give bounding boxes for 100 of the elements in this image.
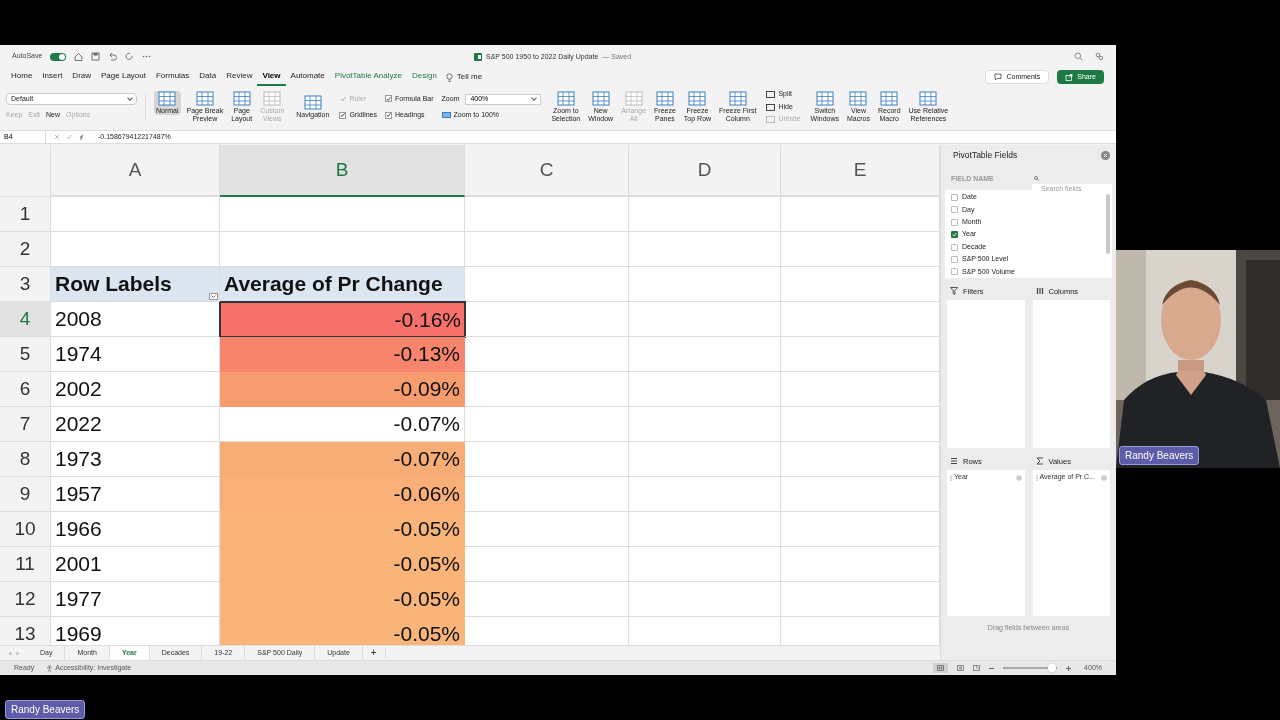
table-cell[interactable] <box>629 442 781 477</box>
ribbon-tab[interactable]: Design <box>406 68 442 86</box>
grid-icon <box>688 91 707 106</box>
table-cell[interactable] <box>220 197 465 232</box>
table-cell[interactable] <box>465 337 629 372</box>
ribbon-tab[interactable]: Page Layout <box>96 68 151 86</box>
page-layout-view-button[interactable] <box>957 665 965 671</box>
row-header[interactable]: 10 <box>0 512 51 547</box>
redo-icon <box>125 52 135 61</box>
column-header[interactable]: D <box>629 145 781 197</box>
grid-icon <box>195 91 214 106</box>
next-icon <box>16 650 20 656</box>
ribbon-tab[interactable]: Review <box>221 68 258 86</box>
table-cell[interactable] <box>465 372 629 407</box>
ribbon-tab[interactable]: Draw <box>67 68 97 86</box>
table-cell[interactable] <box>465 582 629 617</box>
table-cell: -0.09% <box>220 372 465 407</box>
column-header[interactable]: C <box>465 145 629 197</box>
grid-icon <box>263 91 282 106</box>
table-cell[interactable] <box>629 407 781 442</box>
share-icon <box>1065 73 1074 81</box>
table-cell[interactable] <box>465 302 629 337</box>
row-header[interactable]: 6 <box>0 372 51 407</box>
table-cell[interactable] <box>629 267 781 302</box>
table-cell: -0.06% <box>220 477 465 512</box>
checkmark-icon <box>339 95 346 102</box>
table-cell[interactable]: -0.16% <box>220 302 465 337</box>
grid-icon <box>556 91 575 106</box>
ribbon-tab[interactable]: Insert <box>37 68 68 86</box>
row-header[interactable]: 7 <box>0 407 51 442</box>
row-header[interactable]: 4 <box>0 302 51 337</box>
grid-icon <box>624 91 643 106</box>
table-cell[interactable] <box>465 197 629 232</box>
columns-icon <box>1035 287 1044 296</box>
name-tag: Randy Beavers <box>5 700 86 719</box>
grid-icon <box>232 91 251 106</box>
table-cell[interactable] <box>629 582 781 617</box>
enter-icon <box>66 134 72 140</box>
grid-icon <box>655 91 674 106</box>
ribbon-tab[interactable]: Home <box>6 68 38 86</box>
table-cell[interactable] <box>465 547 629 582</box>
grid-icon <box>728 91 747 106</box>
row-header[interactable]: 1 <box>0 197 51 232</box>
table-cell[interactable] <box>629 337 781 372</box>
pane-title: PivotTable Fields <box>953 149 1018 162</box>
table-cell[interactable] <box>465 407 629 442</box>
table-cell[interactable] <box>465 512 629 547</box>
autosave-toggle[interactable] <box>50 52 67 61</box>
ribbon-tab[interactable]: View <box>257 68 286 86</box>
tell-me-search[interactable]: Tell me <box>456 71 483 83</box>
row-header[interactable]: 9 <box>0 477 51 512</box>
sigma-icon <box>1035 457 1044 466</box>
table-cell[interactable] <box>465 232 629 267</box>
column-header[interactable]: A <box>51 145 220 197</box>
table-cell[interactable] <box>629 302 781 337</box>
row-header[interactable]: 13 <box>0 617 51 645</box>
ribbon-tab[interactable]: Data <box>194 68 222 86</box>
table-cell[interactable] <box>465 442 629 477</box>
people-icon <box>1095 52 1104 61</box>
previous-icon <box>8 650 12 656</box>
row-header[interactable]: 8 <box>0 442 51 477</box>
function-icon <box>78 133 86 141</box>
select-all-corner[interactable] <box>0 145 51 197</box>
table-cell[interactable] <box>629 232 781 267</box>
table-cell[interactable] <box>465 477 629 512</box>
ribbon-tab[interactable]: Automate <box>285 68 330 86</box>
add-sheet-button[interactable]: + <box>362 648 386 658</box>
scrollbar[interactable] <box>1106 194 1110 255</box>
column-header[interactable]: E <box>781 145 940 197</box>
rows-icon <box>950 457 958 466</box>
close-button[interactable] <box>1101 150 1110 160</box>
table-cell[interactable] <box>465 267 629 302</box>
normal-view-button[interactable] <box>933 663 949 673</box>
table-cell[interactable] <box>629 197 781 232</box>
grid-icon <box>919 91 938 106</box>
row-header[interactable]: 3 <box>0 267 51 302</box>
info-icon <box>1015 474 1022 481</box>
save-icon <box>91 52 101 61</box>
ribbon-tab[interactable]: Formulas <box>150 68 195 86</box>
table-cell[interactable] <box>629 512 781 547</box>
table-cell[interactable] <box>629 372 781 407</box>
table-cell[interactable] <box>629 547 781 582</box>
grid-icon <box>158 91 177 106</box>
filter-icon <box>950 287 958 296</box>
row-header[interactable]: 12 <box>0 582 51 617</box>
row-header[interactable]: 2 <box>0 232 51 267</box>
undo-icon <box>108 52 118 61</box>
page-break-view-button[interactable] <box>973 665 981 671</box>
slider-thumb[interactable] <box>1047 664 1056 672</box>
row-header[interactable]: 5 <box>0 337 51 372</box>
page-break-icon <box>973 665 981 671</box>
close-icon <box>1103 152 1108 158</box>
table-cell[interactable] <box>629 477 781 512</box>
row-header[interactable]: 11 <box>0 547 51 582</box>
zoom-in-button[interactable] <box>1066 665 1072 671</box>
column-header[interactable]: B <box>220 145 465 197</box>
table-cell: -0.05% <box>220 582 465 617</box>
ribbon-tab[interactable]: PivotTable Analyze <box>329 68 407 86</box>
home-icon <box>74 52 84 61</box>
table-cell[interactable] <box>51 197 220 232</box>
